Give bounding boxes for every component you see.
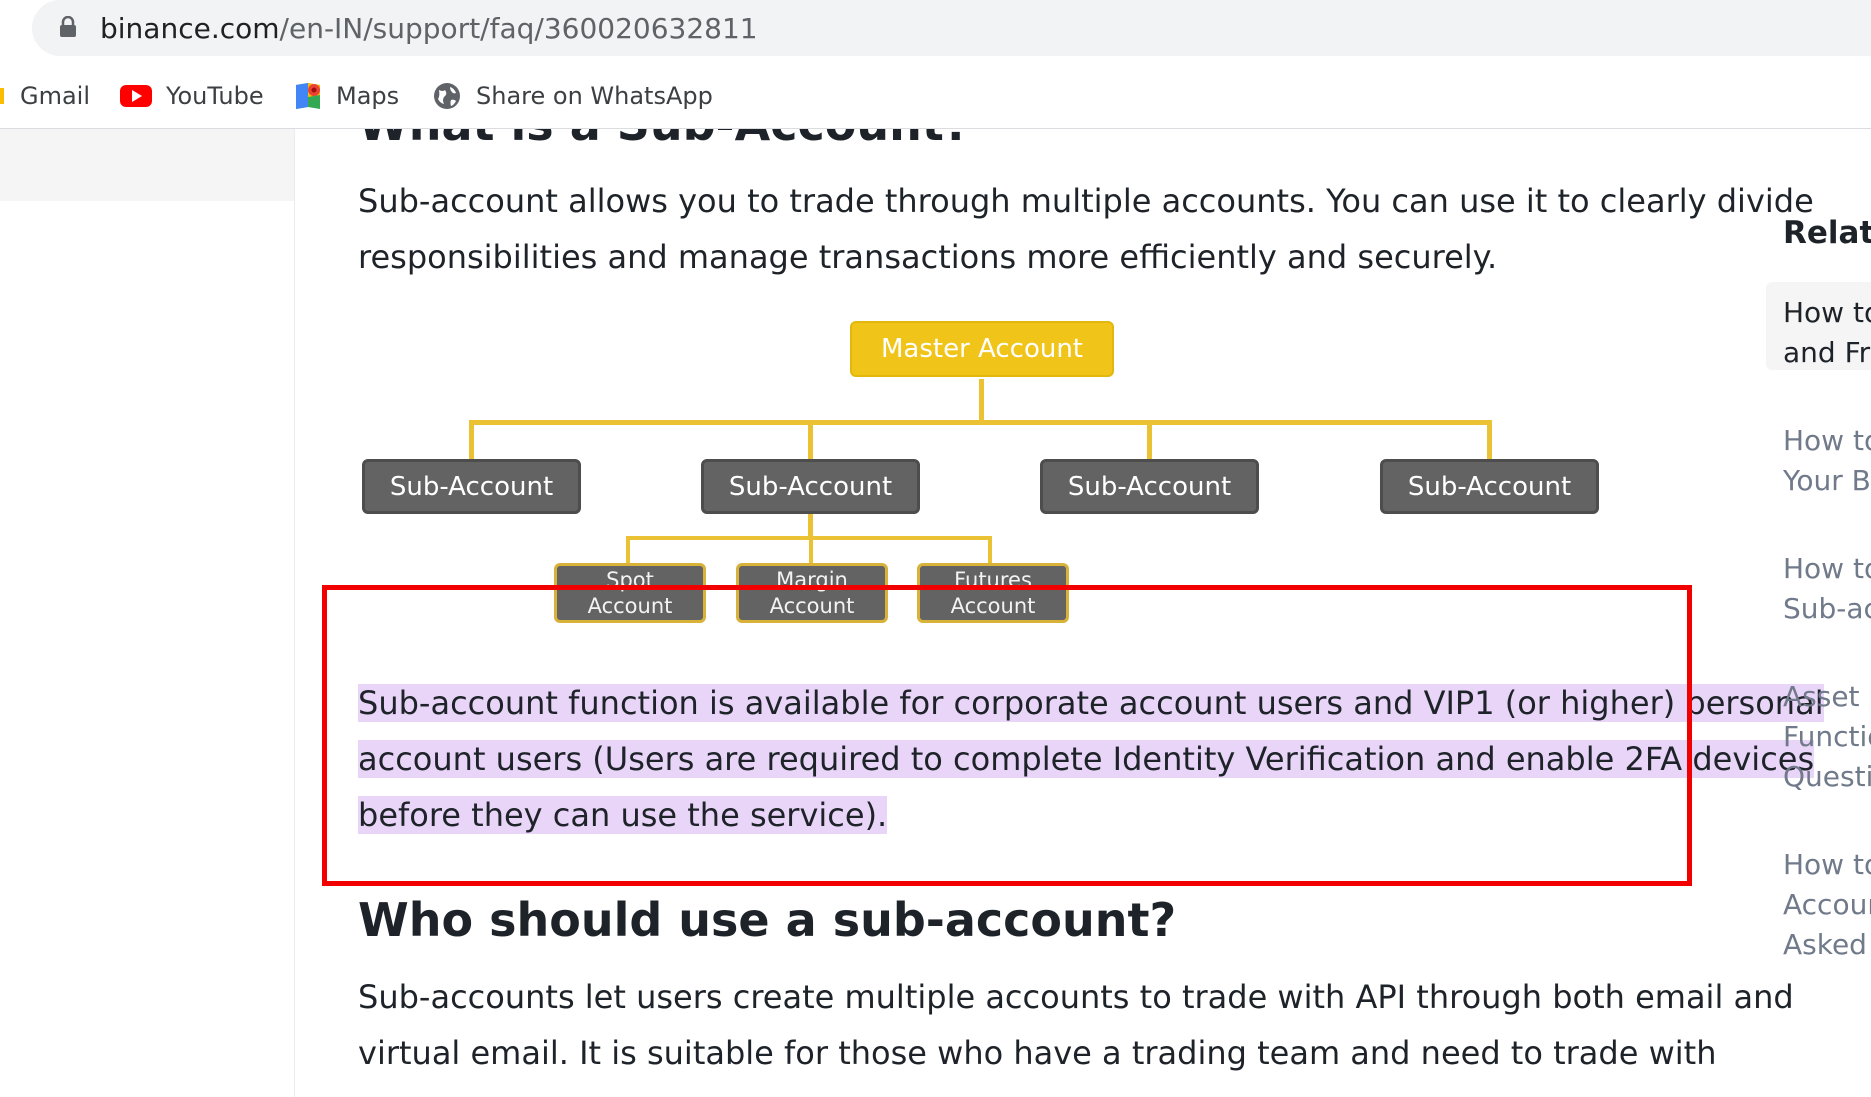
related-line: How to <box>1783 424 1871 457</box>
related-article-link[interactable]: Asset N Functio Questio <box>1783 677 1871 797</box>
related-line: and Fre <box>1783 336 1871 369</box>
connector-line <box>979 379 984 424</box>
bookmark-label: Maps <box>336 82 400 110</box>
maps-icon <box>296 83 320 109</box>
lock-icon[interactable] <box>58 16 78 38</box>
related-line: Questio <box>1783 760 1871 793</box>
intro-line: responsibilities and manage transactions… <box>358 238 1498 276</box>
related-line: Asset N <box>1783 680 1871 713</box>
related-line: Asked C <box>1783 928 1871 961</box>
bookmark-whatsapp[interactable]: Share on WhatsApp <box>432 76 713 116</box>
sub-account-node: Sub-Account <box>362 459 581 514</box>
connector-line <box>809 536 813 564</box>
related-article-link[interactable]: How to Your Bi <box>1783 421 1871 501</box>
bookmark-label: Share on WhatsApp <box>476 82 713 110</box>
related-line: How to <box>1783 296 1871 329</box>
annotation-box <box>322 585 1692 886</box>
body-paragraph: Sub-accounts let users create multiple a… <box>358 969 1794 1081</box>
bookmark-youtube[interactable]: YouTube <box>120 76 264 116</box>
intro-paragraph: Sub-account allows you to trade through … <box>358 173 1814 285</box>
sub-account-node: Sub-Account <box>1380 459 1599 514</box>
related-line: How to <box>1783 848 1871 881</box>
connector-line <box>626 536 630 564</box>
sub-account-node: Sub-Account <box>1040 459 1259 514</box>
gmail-icon <box>0 88 4 104</box>
left-sidebar-block <box>0 129 294 201</box>
page-content: What is a Sub-Account? Sub-account allow… <box>0 129 1871 1097</box>
related-article-link[interactable]: How to Sub-ac <box>1783 549 1871 629</box>
related-articles-title: Relate <box>1783 215 1871 251</box>
globe-icon <box>434 83 460 109</box>
related-line: Your Bi <box>1783 464 1871 497</box>
related-line: Functio <box>1783 720 1871 753</box>
master-account-node: Master Account <box>850 321 1114 377</box>
section-heading-who-should-use: Who should use a sub-account? <box>358 893 1177 947</box>
bookmark-maps[interactable]: Maps <box>294 76 399 116</box>
body-line: virtual email. It is suitable for those … <box>358 1034 1717 1072</box>
intro-line: Sub-account allows you to trade through … <box>358 182 1814 220</box>
youtube-icon <box>120 85 152 107</box>
left-sidebar <box>0 129 295 1097</box>
url-text[interactable]: binance.com/en-IN/support/faq/3600206328… <box>100 12 758 45</box>
sub-account-node: Sub-Account <box>701 459 920 514</box>
bookmark-label: Gmail <box>20 82 91 110</box>
connector-line <box>469 420 474 460</box>
related-line: Sub-ac <box>1783 592 1871 625</box>
browser-toolbar: binance.com/en-IN/support/faq/3600206328… <box>0 0 1871 57</box>
connector-line <box>1487 420 1492 460</box>
related-article-link[interactable]: How to Accour Asked C <box>1783 845 1871 965</box>
connector-line <box>1147 420 1152 460</box>
bookmarks-bar: Gmail YouTube Maps Share on WhatsApp <box>0 66 1871 129</box>
body-line: Sub-accounts let users create multiple a… <box>358 978 1794 1016</box>
related-line: Accour <box>1783 888 1871 921</box>
bookmark-gmail[interactable]: Gmail <box>0 76 90 116</box>
section-heading-sub-account: What is a Sub-Account? <box>358 129 971 151</box>
connector-line <box>808 420 813 460</box>
related-line: How to <box>1783 552 1871 585</box>
connector-line <box>469 420 1492 425</box>
related-article-link[interactable]: How to and Fre <box>1783 293 1871 373</box>
bookmark-label: YouTube <box>166 82 264 110</box>
connector-line <box>988 536 992 564</box>
